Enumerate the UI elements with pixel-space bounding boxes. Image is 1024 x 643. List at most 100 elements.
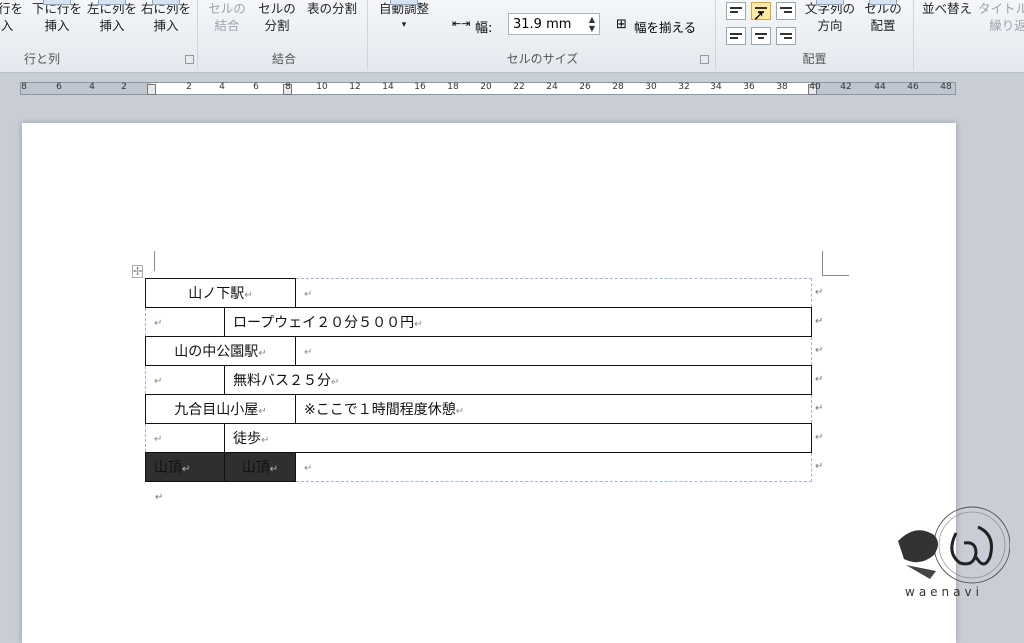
ruler-number: 32 <box>678 82 690 92</box>
table-row: 山頂↵ 山頂↵ ↵ <box>145 452 812 482</box>
ruler-number: 6 <box>56 82 62 92</box>
ruler-number: 2 <box>121 82 127 92</box>
table-cell[interactable]: 徒歩↵ <box>224 423 812 453</box>
table-row: 山ノ下駅↵ ↵ <box>145 278 812 308</box>
ruler-number: 30 <box>645 82 657 92</box>
table-cell-selected[interactable]: 山頂↵ <box>224 452 296 482</box>
ruler-number: 8 <box>285 82 291 92</box>
watermark-text: waenavi <box>905 585 983 599</box>
table-cell-selected[interactable]: 山頂↵ <box>145 452 225 482</box>
insert-column-right-button[interactable]: 右に列を 挿入 <box>140 0 192 34</box>
table-row: 山の中公園駅↵ ↵ <box>145 336 812 366</box>
group-label-alignment: 配置 <box>802 52 827 66</box>
ruler-number: 24 <box>546 82 558 92</box>
end-of-row-mark: ↵ <box>815 345 824 356</box>
align-top-left-button[interactable] <box>726 2 746 20</box>
ruler-number: 16 <box>414 82 426 92</box>
autofit-icon <box>390 0 418 5</box>
align-top-right-button[interactable] <box>776 2 796 20</box>
ruler-number: 6 <box>253 82 259 92</box>
align-bottom-center-button[interactable] <box>751 27 771 45</box>
group-label-merge: 結合 <box>271 52 296 66</box>
ruler-number: 44 <box>874 82 886 92</box>
ruler-number: 40 <box>809 82 821 92</box>
distribute-columns-icon: ⊞ <box>616 17 627 32</box>
group-label-rows-columns: 行と列 <box>23 52 60 66</box>
end-of-row-mark: ↵ <box>815 316 824 327</box>
end-of-row-mark: ↵ <box>815 403 824 414</box>
end-of-row-mark: ↵ <box>815 287 824 298</box>
table-cell[interactable]: 無料バス２５分↵ <box>224 365 812 395</box>
ruler-number: 4 <box>89 82 95 92</box>
insert-row-above-button[interactable]: 行を入 <box>0 0 23 34</box>
ruler-number: 36 <box>743 82 755 92</box>
table-row: ↵ 無料バス２５分↵ <box>145 365 812 395</box>
table-row: 九合目山小屋↵ ※ここで１時間程度休憩↵ <box>145 394 812 424</box>
table-cell[interactable]: ↵ <box>295 336 812 366</box>
table-cell[interactable]: 山の中公園駅↵ <box>145 336 296 366</box>
ruler-number: 10 <box>316 82 328 92</box>
end-of-row-mark: ↵ <box>815 374 824 385</box>
split-table-button[interactable]: 表の分割 <box>303 0 361 17</box>
ruler-number: 26 <box>579 82 591 92</box>
merge-cells-button[interactable]: セルの 結合 <box>207 0 247 34</box>
ruler-number: 34 <box>710 82 722 92</box>
table-cell[interactable]: ロープウェイ２０分５００円↵ <box>224 307 812 337</box>
ruler-number: 28 <box>612 82 624 92</box>
mouse-cursor-icon: ➚ <box>753 8 765 24</box>
cell-margins-icon <box>869 0 897 5</box>
autofit-button[interactable]: 自動調整 ▾ <box>374 0 434 34</box>
ruler-number: 22 <box>513 82 525 92</box>
table-move-handle-icon[interactable]: ✢ <box>132 265 144 278</box>
schedule-table[interactable]: 山ノ下駅↵ ↵ ↵ ロープウェイ２０分５００円↵ 山の中公園駅↵ ↵ ↵ 無料バ… <box>145 278 812 482</box>
rows-columns-dialog-launcher[interactable] <box>185 55 194 64</box>
ruler-indent-marker[interactable] <box>147 84 156 95</box>
group-label-cell-size: セルのサイズ <box>506 52 579 66</box>
width-label: 幅: <box>475 21 493 36</box>
table-row: ↵ 徒歩↵ <box>145 423 812 453</box>
column-width-icon: ⇤⇥ <box>452 17 471 30</box>
table-cell[interactable]: ↵ <box>145 423 225 453</box>
distribute-columns-button[interactable]: 幅を揃える <box>634 17 696 36</box>
insert-column-icon <box>98 0 126 5</box>
table-row: ↵ ロープウェイ２０分５００円↵ <box>145 307 812 337</box>
width-input[interactable]: 31.9 mm ▲ ▼ <box>508 13 600 35</box>
table-cell[interactable]: ↵ <box>145 365 225 395</box>
ruler-number: 8 <box>21 82 27 92</box>
text-direction-button[interactable]: 文字列の 方向 <box>800 0 860 34</box>
ruler-number: 12 <box>349 82 361 92</box>
insert-column-left-button[interactable]: 左に列を 挿入 <box>86 0 138 34</box>
table-cell[interactable]: 九合目山小屋↵ <box>145 394 296 424</box>
text-direction-icon <box>816 0 844 5</box>
align-bottom-right-button[interactable] <box>776 27 796 45</box>
table-cell[interactable]: ↵ <box>145 307 225 337</box>
table-cell[interactable]: ↵ <box>295 278 812 308</box>
align-bottom-left-button[interactable] <box>726 27 746 45</box>
insert-row-below-button[interactable]: 下に行を 挿入 <box>30 0 84 34</box>
ruler-number: 38 <box>776 82 788 92</box>
ruler-number: 4 <box>219 82 225 92</box>
sort-button[interactable]: 並べ替え <box>920 0 974 17</box>
end-of-row-mark: ↵ <box>815 432 824 443</box>
end-of-row-mark: ↵ <box>815 461 824 472</box>
ribbon: 行を入 下に行を 挿入 左に列を 挿入 右に列を 挿入 セルの 結合 セルの 分割 表の分… <box>0 0 1024 73</box>
table-cell[interactable]: 山ノ下駅↵ <box>145 278 296 308</box>
split-cells-button[interactable]: セルの 分割 <box>255 0 299 34</box>
ruler-number: 14 <box>382 82 394 92</box>
cell-margins-button[interactable]: セルの 配置 <box>862 0 904 34</box>
ruler-number: 42 <box>840 82 852 92</box>
ruler-number: 2 <box>186 82 192 92</box>
horizontal-ruler[interactable]: 8 6 4 2 2 4 6 8 10 12 14 16 18 20 22 24 26 28 30 32 34 36 38 40… <box>20 82 956 95</box>
ruler-number: 20 <box>480 82 492 92</box>
paragraph-mark: ↵ <box>155 492 164 503</box>
ruler-margin-left <box>21 83 151 94</box>
insert-row-icon <box>43 0 71 5</box>
insert-column-icon <box>152 0 180 5</box>
repeat-header-rows-button[interactable]: タイトル行繰り返 <box>978 0 1024 34</box>
width-spinner[interactable]: ▲ ▼ <box>589 15 595 33</box>
ruler-number: 18 <box>447 82 459 92</box>
table-cell[interactable]: ※ここで１時間程度休憩↵ <box>295 394 812 424</box>
ruler-number: 46 <box>907 82 919 92</box>
ruler-number: 48 <box>940 82 952 92</box>
table-cell[interactable]: ↵ <box>295 452 812 482</box>
